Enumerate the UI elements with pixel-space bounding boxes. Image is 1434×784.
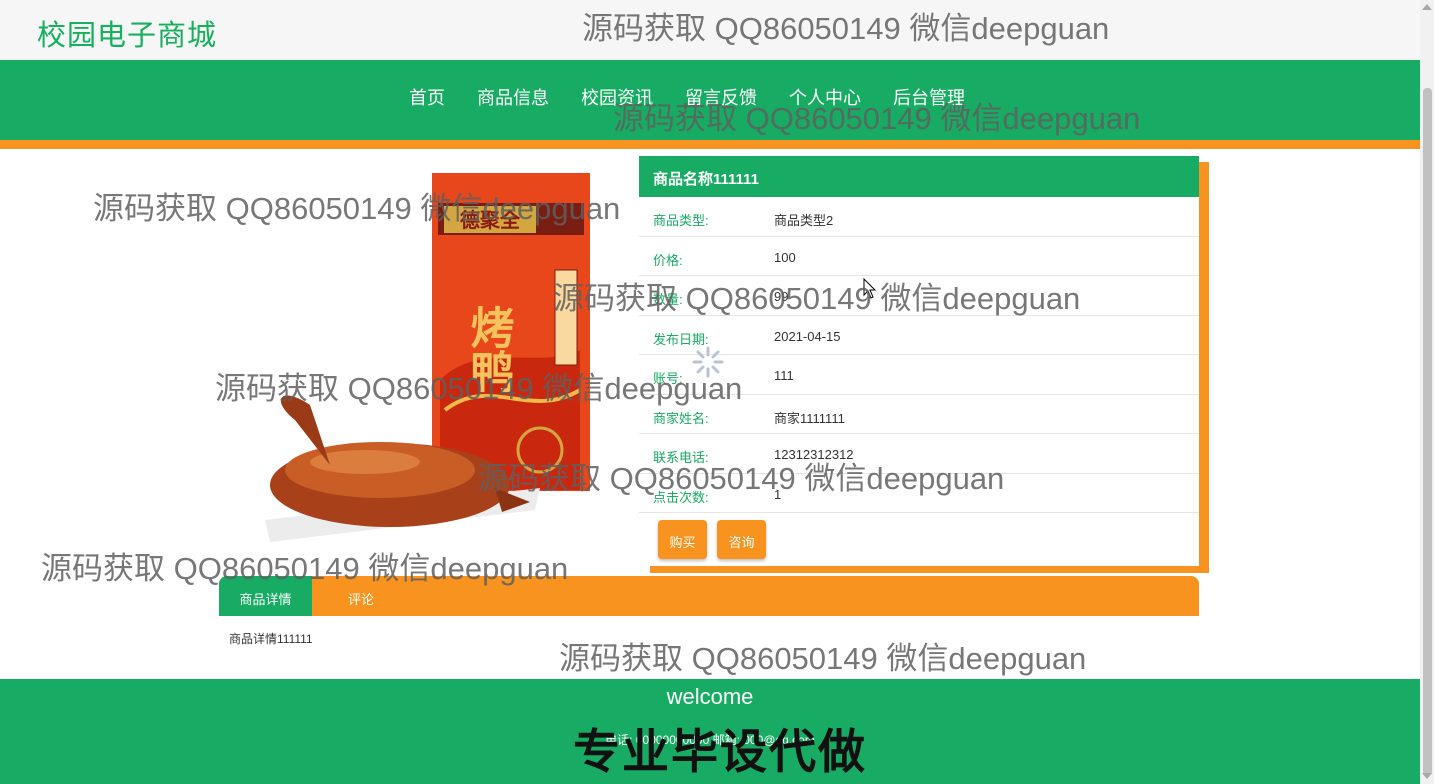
loading-spinner-icon [692,346,724,378]
promo-watermark: 专业毕设代做 [573,725,867,778]
tab-comments[interactable]: 评论 [348,589,374,608]
site-title[interactable]: 校园电子商城 [37,12,217,54]
info-row-merchant: 商家姓名: 商家1111111 [639,395,1199,434]
info-row-phone: 联系电话: 12312312312 [639,434,1199,474]
product-box-title-text: 烤鸭 [463,305,515,393]
info-value: 111 [774,368,794,383]
info-label: 点击次数: [653,489,709,505]
info-label: 账号: [653,371,683,386]
info-row-clicks: 点击次数: 1 [639,474,1199,513]
info-value: 2021-04-15 [774,328,841,344]
info-label: 数量: [653,292,683,307]
scrollbar-thumb[interactable] [1423,88,1432,776]
nav-item-home[interactable]: 首页 [393,84,461,110]
info-label: 商家姓名: [653,410,709,426]
info-label: 商品类型: [653,213,709,228]
nav-item-admin[interactable]: 后台管理 [877,84,981,110]
consult-button[interactable]: 咨询 [717,520,766,559]
nav-item-feedback[interactable]: 留言反馈 [669,84,773,110]
product-name: 商品名称111111 [639,156,1199,197]
details-content: 商品详情111111 [229,632,313,646]
top-header: 校园电子商城 [0,0,1420,60]
nav-accent-strip [0,140,1420,149]
info-value: 商品类型2 [774,213,834,228]
info-value: 99 [774,289,789,304]
nav-item-news[interactable]: 校园资讯 [565,84,669,110]
info-label: 价格: [653,252,683,268]
tab-details[interactable]: 商品详情 [219,576,312,616]
info-value: 1 [774,486,782,502]
product-box-brand-text: 德聚全 [460,208,521,232]
mouse-cursor-icon [863,278,877,299]
nav-item-profile[interactable]: 个人中心 [773,84,877,110]
info-value: 商家1111111 [774,410,845,426]
info-value: 12312312312 [774,447,854,462]
nav-item-products[interactable]: 商品信息 [461,84,565,110]
buy-button[interactable]: 购买 [658,520,707,559]
main-nav: 首页 商品信息 校园资讯 留言反馈 个人中心 后台管理 [0,60,1420,140]
info-row-type: 商品类型: 商品类型2 [639,197,1199,237]
scroll-up-icon[interactable] [1422,4,1432,10]
info-label: 联系电话: [653,450,709,465]
watermark: 源码获取 QQ86050149 微信deepguan [559,641,1087,676]
info-value: 100 [774,249,796,265]
scroll-down-icon[interactable] [1422,773,1432,779]
product-image: 德聚全 烤鸭 [265,173,590,542]
info-row-quantity: 数量: 99 [639,276,1199,316]
footer-welcome: welcome [666,684,754,709]
info-row-price: 价格: 100 [639,237,1199,276]
